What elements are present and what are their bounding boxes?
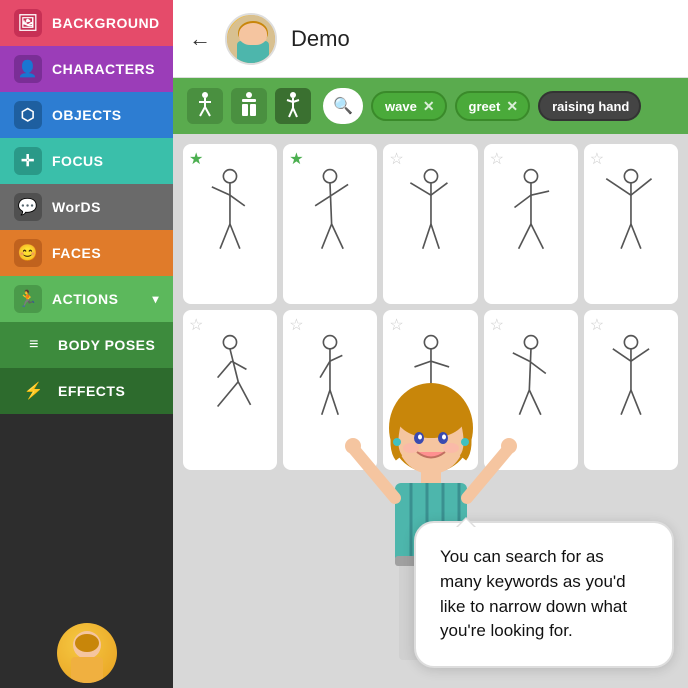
split-icon xyxy=(238,92,260,120)
figure-4 xyxy=(498,160,564,288)
star-9[interactable]: ☆ xyxy=(490,315,504,335)
sidebar-item-effects[interactable]: ⚡ EFFECTS xyxy=(0,368,173,414)
sidebar-label-objects: OBJECTS xyxy=(52,107,122,123)
star-4[interactable]: ☆ xyxy=(490,149,504,169)
speech-bubble: You can search for as many keywords as y… xyxy=(414,521,674,668)
sidebar-avatar-svg xyxy=(57,623,117,683)
sidebar-label-background: BACKGROUND xyxy=(52,15,160,31)
walk-icon xyxy=(194,92,216,120)
star-10[interactable]: ☆ xyxy=(590,315,604,335)
actions-icon: 🏃 xyxy=(14,285,42,313)
figure-6 xyxy=(197,326,263,454)
tag-wave-label: wave xyxy=(385,99,417,114)
search-button[interactable]: 🔍 xyxy=(323,88,363,124)
tag-raising-hand[interactable]: raising hand xyxy=(538,91,641,121)
header-title: Demo xyxy=(291,26,350,52)
star-7[interactable]: ☆ xyxy=(289,315,303,335)
pose-card-2[interactable]: ★ xyxy=(283,144,377,304)
sidebar-item-objects[interactable]: ⬡ OBJECTS xyxy=(0,92,173,138)
tag-greet-close[interactable]: ✕ xyxy=(506,98,518,115)
pose-card-1[interactable]: ★ xyxy=(183,144,277,304)
pose-card-6[interactable]: ☆ xyxy=(183,310,277,470)
sidebar-label-body-poses: BODY POSES xyxy=(58,337,155,353)
pose-card-4[interactable]: ☆ xyxy=(484,144,578,304)
tag-wave[interactable]: wave ✕ xyxy=(371,91,447,121)
star-6[interactable]: ☆ xyxy=(189,315,203,335)
star-5[interactable]: ☆ xyxy=(590,149,604,169)
tag-raising-hand-label: raising hand xyxy=(552,99,629,114)
pose-card-3[interactable]: ☆ xyxy=(383,144,477,304)
characters-icon: 👤 xyxy=(14,55,42,83)
header-avatar xyxy=(225,13,277,65)
sidebar-avatar xyxy=(57,623,117,683)
tag-greet-label: greet xyxy=(469,99,501,114)
pose-card-5[interactable]: ☆ xyxy=(584,144,678,304)
sidebar-label-actions: ACTIONS xyxy=(52,291,119,307)
actions-chevron-icon: ▾ xyxy=(152,292,159,306)
sidebar-label-characters: CHARACTERS xyxy=(52,61,155,77)
sidebar-label-effects: EFFECTS xyxy=(58,383,125,399)
sidebar-item-faces[interactable]: 😊 FACES xyxy=(0,230,173,276)
body-poses-icon: ≡ xyxy=(20,331,48,359)
sidebar-bottom xyxy=(0,618,173,688)
figure-10 xyxy=(598,326,664,454)
words-icon: 💬 xyxy=(14,193,42,221)
header: ← Demo xyxy=(173,0,688,78)
sidebar-item-words[interactable]: 💬 WorDS xyxy=(0,184,173,230)
faces-icon: 😊 xyxy=(14,239,42,267)
sidebar-item-body-poses[interactable]: ≡ BODY POSES xyxy=(0,322,173,368)
focus-icon: ✛ xyxy=(14,147,42,175)
speech-text: You can search for as many keywords as y… xyxy=(440,545,648,644)
sidebar-label-focus: FOCUS xyxy=(52,153,104,169)
star-1[interactable]: ★ xyxy=(189,149,203,169)
sidebar-item-background[interactable]: 🖼 BACKGROUND xyxy=(0,0,173,46)
tag-greet[interactable]: greet ✕ xyxy=(455,91,531,121)
figure-2 xyxy=(297,160,363,288)
header-avatar-svg xyxy=(227,15,277,65)
pose-grid: ★ ★ ☆ xyxy=(173,134,688,688)
pose-raise-button[interactable] xyxy=(275,88,311,124)
sidebar-label-words: WorDS xyxy=(52,199,101,215)
pose-split-button[interactable] xyxy=(231,88,267,124)
sidebar-item-actions[interactable]: 🏃 ACTIONS ▾ xyxy=(0,276,173,322)
back-button[interactable]: ← xyxy=(189,28,211,50)
figure-5 xyxy=(598,160,664,288)
sidebar-label-faces: FACES xyxy=(52,245,101,261)
sidebar-item-focus[interactable]: ✛ FOCUS xyxy=(0,138,173,184)
search-icon: 🔍 xyxy=(333,96,353,116)
figure-1 xyxy=(197,160,263,288)
effects-icon: ⚡ xyxy=(20,377,48,405)
background-icon: 🖼 xyxy=(14,9,42,37)
objects-icon: ⬡ xyxy=(14,101,42,129)
toolbar: 🔍 wave ✕ greet ✕ raising hand xyxy=(173,78,688,134)
tag-wave-close[interactable]: ✕ xyxy=(423,98,435,115)
main-area: ← Demo xyxy=(173,0,688,688)
star-2[interactable]: ★ xyxy=(289,149,303,169)
pose-card-10[interactable]: ☆ xyxy=(584,310,678,470)
star-8[interactable]: ☆ xyxy=(389,315,403,335)
sidebar-item-characters[interactable]: 👤 CHARACTERS xyxy=(0,46,173,92)
raise-icon xyxy=(282,92,304,120)
sidebar: 🖼 BACKGROUND 👤 CHARACTERS ⬡ OBJECTS ✛ FO… xyxy=(0,0,173,688)
figure-3 xyxy=(398,160,464,288)
star-3[interactable]: ☆ xyxy=(389,149,403,169)
pose-walk-button[interactable] xyxy=(187,88,223,124)
